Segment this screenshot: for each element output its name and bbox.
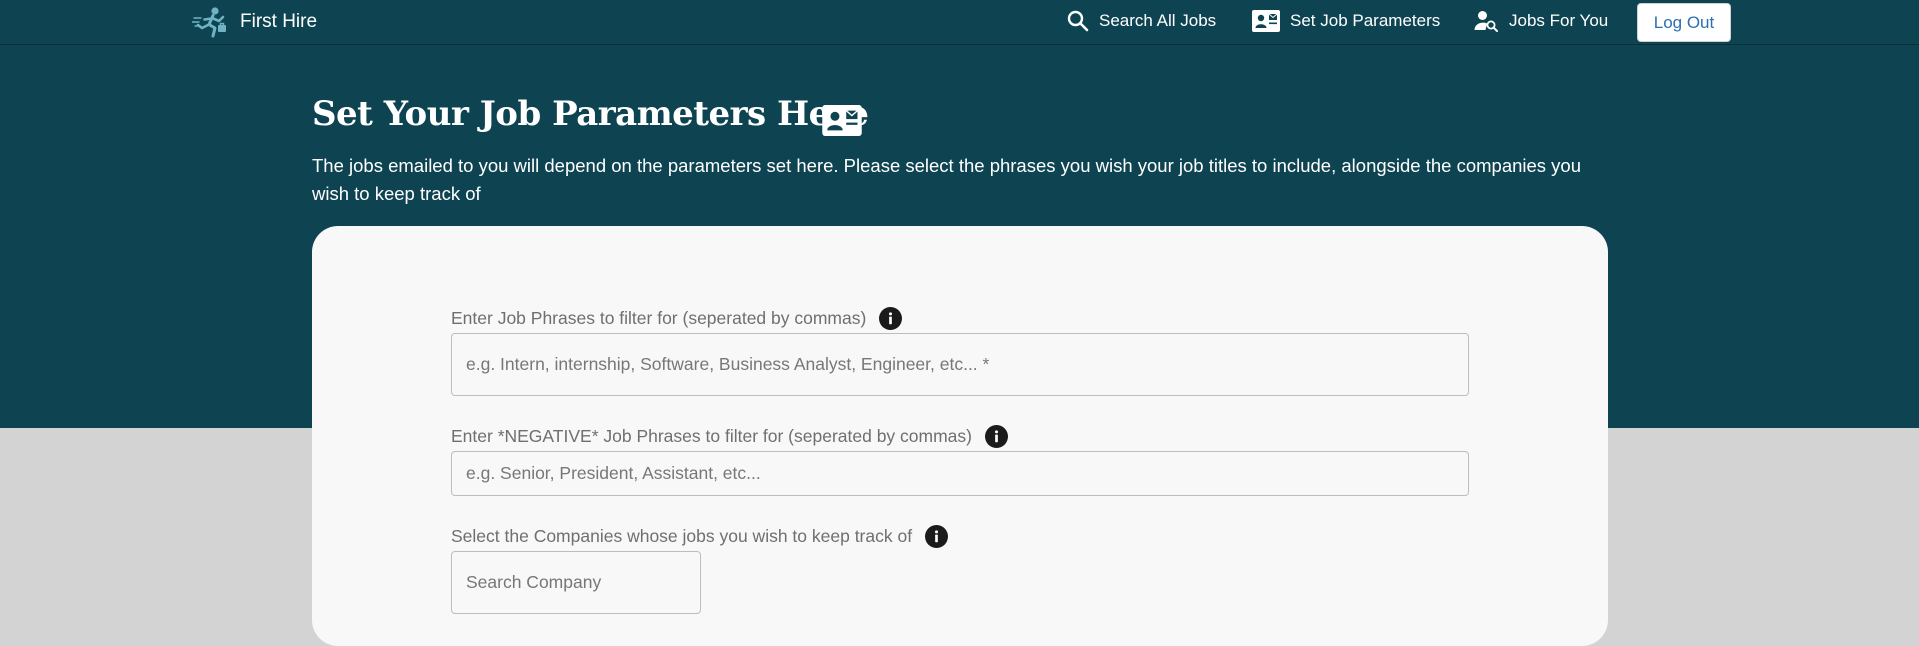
nav-jobs-for-you[interactable]: Jobs For You <box>1474 8 1608 34</box>
nav-search-all-jobs-label: Search All Jobs <box>1099 11 1217 30</box>
companies-label: Select the Companies whose jobs you wish… <box>451 526 913 546</box>
running-person-icon <box>192 7 226 38</box>
search-icon <box>1067 10 1089 32</box>
job-phrases-label: Enter Job Phrases to filter for (seperat… <box>451 308 867 328</box>
negative-phrases-label: Enter *NEGATIVE* Job Phrases to filter f… <box>451 426 972 446</box>
page-title: Set Your Job Parameters Here <box>312 94 869 134</box>
info-icon[interactable] <box>925 525 949 548</box>
negative-phrases-input[interactable] <box>451 451 1469 496</box>
navbar: First Hire Search All Jobs Set Job Param… <box>0 0 1919 45</box>
companies-label-row: Select the Companies whose jobs you wish… <box>451 525 949 548</box>
negative-phrases-label-row: Enter *NEGATIVE* Job Phrases to filter f… <box>451 425 1008 448</box>
contact-card-icon <box>1252 10 1280 32</box>
nav-set-job-parameters-label: Set Job Parameters <box>1290 11 1441 30</box>
nav-set-job-parameters[interactable]: Set Job Parameters <box>1252 8 1440 34</box>
logout-button[interactable]: Log Out <box>1637 3 1731 42</box>
person-search-icon <box>1474 11 1498 32</box>
nav-search-all-jobs[interactable]: Search All Jobs <box>1067 8 1216 34</box>
info-icon[interactable] <box>984 425 1008 448</box>
brand-link[interactable]: First Hire <box>192 6 317 38</box>
brand-name: First Hire <box>240 11 318 32</box>
contact-card-icon <box>822 105 862 136</box>
job-phrases-input[interactable] <box>451 333 1469 396</box>
job-phrases-label-row: Enter Job Phrases to filter for (seperat… <box>451 307 903 330</box>
nav-jobs-for-you-label: Jobs For You <box>1509 11 1609 30</box>
page-description: The jobs emailed to you will depend on t… <box>312 155 1582 204</box>
company-search-input[interactable] <box>451 551 701 614</box>
info-icon[interactable] <box>879 307 903 330</box>
